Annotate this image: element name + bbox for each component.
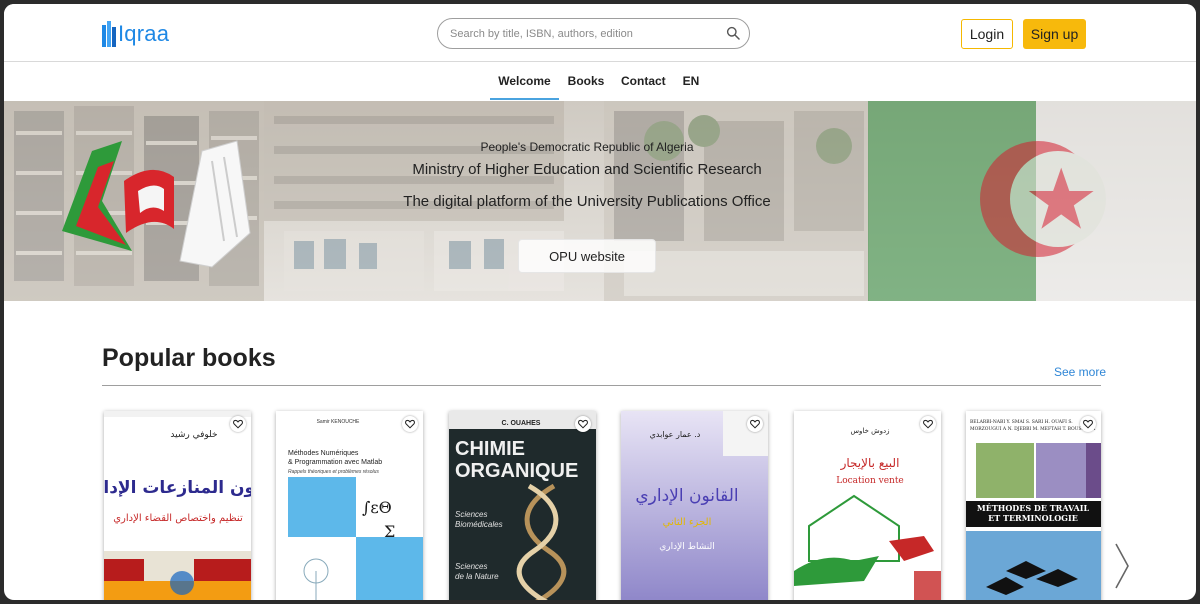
favorite-button[interactable] xyxy=(575,416,591,432)
banner-country: People's Democratic Republic of Algeria xyxy=(480,140,694,154)
heart-icon xyxy=(923,419,933,429)
book-part: الجزء الثاني xyxy=(663,517,712,528)
chevron-right-icon[interactable] xyxy=(1112,542,1132,590)
signup-button[interactable]: Sign up xyxy=(1023,19,1086,49)
banner-platform: The digital platform of the University P… xyxy=(403,193,771,210)
book-sub-1: Sciences xyxy=(455,510,487,519)
book-logo-icon xyxy=(102,21,116,47)
book-card[interactable]: زدوش خاوس البيع بالإيجار Location vente xyxy=(794,411,941,600)
book-card[interactable]: د. عمار عوابدي القانون الإداري الجزء الث… xyxy=(621,411,768,600)
book-author: C. OUAHES xyxy=(502,420,541,427)
book-cover: BELARBI-NABI Y. SMAI S. SARI H. OUAFI S.… xyxy=(966,411,1101,600)
book-sub-4: de la Nature xyxy=(455,572,499,581)
favorite-button[interactable] xyxy=(1080,416,1096,432)
banner-ministry: Ministry of Higher Education and Scienti… xyxy=(412,161,762,178)
nav-item-language[interactable]: EN xyxy=(681,63,701,100)
book-authors-2: MORZOUGUI A N. DJEBBI M. MEFTAH T. BOUSS… xyxy=(970,426,1096,432)
logo-text: Iqraa xyxy=(118,21,170,46)
book-title-line1: MÉTHODES DE TRAVAIL xyxy=(977,503,1090,513)
main-nav: Welcome Books Contact EN xyxy=(4,63,1196,101)
login-button[interactable]: Login xyxy=(961,19,1013,49)
popular-books-title: Popular books xyxy=(102,344,276,372)
book-card[interactable]: خلوفي رشيد قانون المنازعات الإدارية تنظي… xyxy=(104,411,251,600)
book-title-line2: ORGANIQUE xyxy=(455,460,578,482)
browser-page: Iqraa Login Sign up Welcome Books Contac… xyxy=(4,4,1196,600)
book-card[interactable]: C. OUAHES CHIMIE ORGANIQUE Sciences Biom… xyxy=(449,411,596,600)
book-cover: C. OUAHES CHIMIE ORGANIQUE Sciences Biom… xyxy=(449,411,596,600)
book-subtitle: Location vente xyxy=(836,476,904,486)
book-authors-1: BELARBI-NABI Y. SMAI S. SARI H. OUAFI S. xyxy=(970,419,1073,425)
book-cover: Samir KENOUCHE Méthodes Numériques & Pro… xyxy=(276,411,423,600)
search-box xyxy=(437,18,750,49)
heart-icon xyxy=(578,419,588,429)
book-title: البيع بالإيجار xyxy=(840,456,900,471)
book-subtitle: تنظيم واختصاص القضاء الإداري xyxy=(113,513,243,524)
nav-item-contact[interactable]: Contact xyxy=(621,63,666,100)
opu-website-button[interactable]: OPU website xyxy=(518,239,656,273)
heart-icon xyxy=(750,419,760,429)
book-card[interactable]: BELARBI-NABI Y. SMAI S. SARI H. OUAFI S.… xyxy=(966,411,1101,600)
book-subtitle: Rappels théoriques et problèmes résolus xyxy=(288,469,379,475)
book-cover: خلوفي رشيد قانون المنازعات الإدارية تنظي… xyxy=(104,411,251,600)
site-logo[interactable]: Iqraa xyxy=(102,18,169,50)
heart-icon xyxy=(1083,419,1093,429)
favorite-button[interactable] xyxy=(920,416,936,432)
nav-item-books[interactable]: Books xyxy=(567,63,605,100)
book-author: Samir KENOUCHE xyxy=(317,419,360,425)
svg-text:∫εΘ: ∫εΘ xyxy=(362,498,392,517)
book-sub-2: Biomédicales xyxy=(455,520,503,529)
book-author: خلوفي رشيد xyxy=(170,430,217,440)
heart-icon xyxy=(233,419,243,429)
favorite-button[interactable] xyxy=(402,416,418,432)
book-title: قانون المنازعات الإدارية xyxy=(104,478,251,498)
favorite-button[interactable] xyxy=(230,416,246,432)
book-cover: زدوش خاوس البيع بالإيجار Location vente xyxy=(794,411,941,600)
search-input[interactable] xyxy=(450,19,720,48)
top-header: Iqraa Login Sign up xyxy=(4,4,1196,62)
book-title-line2: ET TERMINOLOGIE xyxy=(988,513,1078,523)
book-title-line2: & Programmation avec Matlab xyxy=(288,459,382,466)
book-author: د. عمار عوابدي xyxy=(650,430,701,439)
hero-banner: People's Democratic Republic of Algeria … xyxy=(4,101,1196,301)
favorite-button[interactable] xyxy=(747,416,763,432)
svg-text:Σ: Σ xyxy=(384,522,395,541)
book-author: زدوش خاوس xyxy=(850,427,889,435)
search-icon[interactable] xyxy=(726,26,740,40)
book-card[interactable]: Samir KENOUCHE Méthodes Numériques & Pro… xyxy=(276,411,423,600)
book-subtitle: النشاط الإداري xyxy=(659,542,714,552)
see-more-link[interactable]: See more xyxy=(1054,365,1106,379)
book-sub-3: Sciences xyxy=(455,562,487,571)
book-cover: د. عمار عوابدي القانون الإداري الجزء الث… xyxy=(621,411,768,600)
book-title-line1: Méthodes Numériques xyxy=(288,450,359,457)
nav-item-welcome[interactable]: Welcome xyxy=(490,63,559,100)
heart-icon xyxy=(405,419,415,429)
section-divider xyxy=(102,385,1101,386)
book-title-line1: CHIMIE xyxy=(455,438,525,460)
book-title: القانون الإداري xyxy=(635,486,738,506)
